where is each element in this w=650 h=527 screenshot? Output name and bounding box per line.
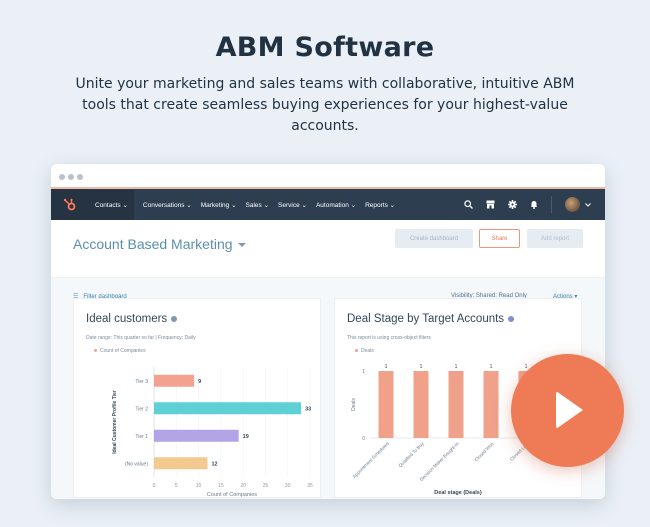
nav-contacts[interactable]: Contacts ⌄: [89, 189, 134, 220]
data-label: 1: [455, 364, 458, 370]
x-tick-label: Qualified To Buy: [398, 441, 426, 469]
marketplace-icon[interactable]: [486, 200, 495, 209]
y-tick-label: 1: [362, 369, 365, 375]
play-icon: [556, 391, 583, 429]
x-axis-title: Deal stage (Deals): [434, 490, 482, 496]
data-label: 1: [490, 364, 493, 370]
x-tick-label: Closed Won: [474, 441, 495, 462]
legend-dot: [355, 349, 358, 353]
bar: [448, 371, 464, 438]
y-tick-label: Tier 3: [135, 379, 148, 385]
card-title-text: Ideal customers: [86, 313, 168, 325]
data-label: 1: [420, 364, 423, 370]
info-icon[interactable]: [171, 315, 178, 322]
sprocket-icon: [63, 198, 76, 210]
x-tick-label: 15: [218, 483, 224, 489]
card-meta: Date range: This quarter so far | Freque…: [86, 335, 196, 341]
x-tick-label: 10: [196, 483, 202, 489]
bar: [154, 402, 302, 415]
caret-down-icon: [237, 243, 246, 248]
legend-label: Count of Companies: [100, 348, 146, 354]
hero-subtitle: Unite your marketing and sales teams wit…: [75, 76, 575, 134]
y-tick-label: Tier 2: [135, 406, 148, 412]
x-tick-label: Appointment Scheduled: [352, 441, 390, 479]
bar: [154, 374, 195, 387]
x-axis-title: Count of Companies: [207, 492, 257, 498]
hero-title: ABM Software: [215, 32, 435, 63]
nav-automation[interactable]: Automation ⌄: [316, 201, 356, 209]
ideal-customers-card: Ideal customers Date range: This quarter…: [73, 298, 321, 498]
dashboard-selector[interactable]: Account Based Marketing: [73, 236, 246, 252]
bell-icon[interactable]: [530, 200, 538, 209]
create-dashboard-button[interactable]: Create dashboard: [395, 229, 473, 248]
x-tick-label: Decision Maker Bought-In: [419, 441, 460, 482]
bar: [413, 371, 429, 438]
nav-marketing[interactable]: Marketing ⌄: [201, 201, 237, 209]
chart-legend: Deals: [355, 348, 374, 354]
legend-label: Deals: [361, 348, 374, 354]
data-label: 1: [385, 364, 388, 370]
play-video-button[interactable]: [511, 354, 624, 467]
window-dot: [59, 174, 65, 180]
y-axis-title: Deals: [351, 398, 357, 411]
bar: [378, 371, 394, 438]
nav-conversations[interactable]: Conversations ⌄: [143, 201, 192, 209]
share-button[interactable]: Share: [479, 229, 520, 248]
y-tick-label: Tier 1: [135, 434, 148, 440]
y-axis-title: Ideal Customer Profile Tier: [112, 390, 118, 454]
search-icon[interactable]: [464, 200, 473, 209]
y-tick-label: 0: [362, 436, 365, 442]
card-meta: This report is using cross-object filter…: [347, 335, 431, 341]
window-dot: [68, 174, 74, 180]
nav-sales[interactable]: Sales ⌄: [246, 201, 270, 209]
nav-reports[interactable]: Reports ⌄: [365, 201, 395, 209]
x-tick-label: 30: [285, 483, 291, 489]
card-title: Deal Stage by Target Accounts: [347, 313, 515, 325]
chevron-down-icon[interactable]: [585, 202, 591, 207]
nav-divider: [551, 196, 552, 213]
y-tick-label: (No value): [125, 461, 148, 467]
x-tick-label: 5: [175, 483, 178, 489]
app-window: Contacts ⌄ Conversations ⌄ Marketing ⌄ S…: [51, 164, 605, 499]
card-title-text: Deal Stage by Target Accounts: [347, 313, 505, 325]
data-label: 9: [198, 379, 201, 385]
dashboard-header: Account Based Marketing Create dashboard…: [51, 220, 605, 278]
bar: [483, 371, 499, 438]
top-nav: Contacts ⌄ Conversations ⌄ Marketing ⌄ S…: [51, 189, 605, 220]
window-chrome: [51, 164, 605, 189]
window-dot: [77, 174, 83, 180]
x-tick-label: 35: [307, 483, 313, 489]
x-tick-label: 0: [153, 483, 156, 489]
bar: [154, 457, 208, 470]
data-label: 19: [243, 434, 249, 440]
bar: [154, 429, 239, 442]
x-tick-label: 25: [263, 483, 269, 489]
data-label: 33: [305, 406, 311, 412]
info-icon[interactable]: [508, 315, 515, 322]
add-report-button[interactable]: Add report: [527, 229, 583, 248]
card-title: Ideal customers: [86, 313, 178, 325]
avatar[interactable]: [565, 197, 580, 212]
hubspot-logo[interactable]: [51, 189, 89, 220]
gear-icon[interactable]: [508, 200, 517, 209]
ideal-customers-chart: 0 5 10 15 20 25 30 35 Tier 3 9 Tier 2 33 Tier 1 19 (No…: [112, 367, 313, 498]
legend-dot: [94, 349, 97, 353]
dashboard-title: Account Based Marketing: [73, 236, 233, 252]
x-tick-label: 20: [240, 483, 246, 489]
chart-legend: Count of Companies: [94, 348, 146, 354]
nav-service[interactable]: Service ⌄: [278, 201, 307, 209]
data-label: 12: [211, 461, 217, 467]
